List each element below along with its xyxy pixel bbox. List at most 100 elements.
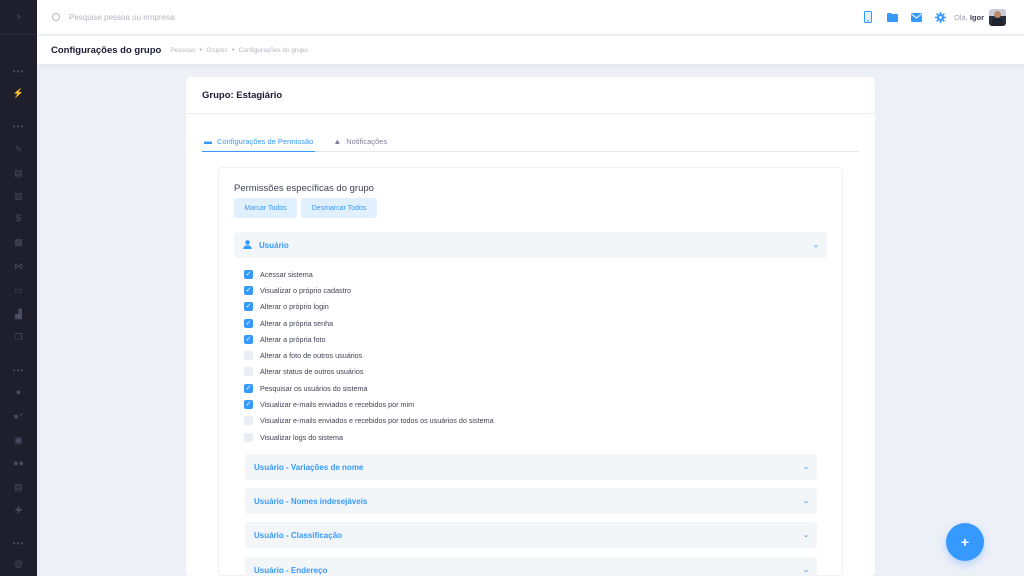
permission-label: Acessar sistema — [260, 269, 313, 279]
phone-icon[interactable] — [863, 11, 874, 23]
permission-item: ✓ Pesquisar os usuários do sistema — [244, 380, 804, 396]
checkbox-checked[interactable]: ✓ — [244, 318, 253, 328]
checkbox-checked[interactable]: ✓ — [244, 302, 253, 312]
permission-label: Visualizar e-mails enviados e recebidos … — [260, 400, 415, 410]
breadcrumb-separator: ● — [231, 47, 235, 53]
breadcrumb: Pessoas ● Grupos ● Configurações do grup… — [170, 47, 308, 54]
lightning-icon[interactable]: ⚡ — [0, 87, 37, 99]
search-icon — [52, 13, 60, 21]
chevron-down-icon: ⌄ — [801, 532, 811, 539]
card-title: Grupo: Estagiário — [186, 77, 875, 114]
accordion-label: Usuário - Classificação — [254, 530, 343, 540]
add-button[interactable]: + — [946, 523, 984, 561]
checkbox-checked[interactable]: ✓ — [244, 285, 253, 295]
checkbox-checked[interactable]: ✓ — [244, 400, 253, 410]
chevron-down-icon: ⌄ — [801, 498, 811, 505]
search-bar — [52, 12, 850, 22]
gift-icon[interactable]: ✚ — [0, 504, 37, 516]
checkbox-unchecked[interactable] — [244, 367, 253, 377]
tabs: ▬ Configurações de Permissão ▲ Notificaç… — [202, 131, 859, 152]
file-icon[interactable]: ▥ — [0, 190, 37, 202]
copy-icon[interactable]: ❐ — [0, 331, 37, 343]
accordion-label: Usuário - Variações de nome — [254, 462, 364, 472]
menu-toggle-icon[interactable]: › — [0, 0, 37, 35]
permission-label: Alterar a foto de outros usuários — [260, 351, 363, 361]
sliders-icon: ▬ — [204, 136, 212, 146]
document-icon[interactable]: ▤ — [0, 167, 37, 179]
checkbox-checked[interactable]: ✓ — [244, 334, 253, 344]
permission-item: ✓ Alterar a própria senha — [244, 315, 804, 331]
user-greeting: Olá, Igor — [954, 13, 984, 22]
dollar-icon[interactable]: $ — [0, 212, 37, 224]
calendar-icon[interactable]: ▦ — [0, 236, 37, 248]
folder-icon[interactable]: ▭ — [0, 284, 37, 296]
accordion-usuario-header[interactable]: Usuário ⌄ — [234, 232, 827, 258]
checkbox-unchecked[interactable] — [244, 416, 253, 426]
permission-item: ✓ Alterar o próprio login — [244, 299, 804, 315]
permission-item: Alterar status de outros usuários — [244, 364, 804, 380]
breadcrumb-item-pessoas[interactable]: Pessoas — [170, 47, 195, 54]
permission-label: Alterar status de outros usuários — [260, 367, 364, 377]
greeting-text: Olá, — [953, 12, 968, 22]
group-settings-card: Grupo: Estagiário ▬ Configurações de Per… — [186, 77, 875, 576]
permission-label: Visualizar e-mails enviados e recebidos … — [260, 416, 494, 426]
briefcase-icon[interactable]: ▣ — [0, 434, 37, 446]
permission-item: ✓ Visualizar o próprio cadastro — [244, 282, 804, 298]
chevron-down-icon: ⌄ — [801, 567, 811, 574]
search-input[interactable] — [69, 12, 319, 22]
breadcrumb-item-current[interactable]: Configurações do grupo — [239, 47, 308, 54]
checkbox-checked[interactable]: ✓ — [244, 269, 253, 279]
user-icon[interactable]: ● — [0, 386, 37, 398]
sidebar: › ••• ⚡ ••• ✎ ▤ ▥ $ ▦ ⋈ ▭ ▟ ❐ ••• ● ●⁺ ▣… — [0, 0, 37, 576]
user-plus-icon[interactable]: ●⁺ — [0, 410, 37, 422]
breadcrumb-item-grupos[interactable]: Grupos — [206, 47, 227, 54]
tab-permission-settings[interactable]: ▬ Configurações de Permissão — [202, 131, 316, 152]
permission-label: Alterar o próprio login — [260, 302, 329, 312]
permission-item: ✓ Acessar sistema — [244, 266, 804, 282]
permission-label: Visualizar o próprio cadastro — [260, 285, 351, 295]
permission-label: Alterar a própria foto — [260, 334, 326, 344]
folder-icon[interactable] — [886, 12, 898, 23]
permission-item: Visualizar e-mails enviados e recebidos … — [244, 413, 804, 429]
section-dots-icon: ••• — [12, 122, 25, 131]
topbar-actions: Olá, Igor — [850, 8, 1006, 26]
accordion-nomes-indesejaveis[interactable]: Usuário - Nomes indesejáveis ⌄ — [245, 488, 817, 514]
accordion-endereco[interactable]: Usuário - Endereço ⌄ — [245, 557, 817, 576]
tab-label: Notificações — [346, 137, 388, 146]
permission-item: ✓ Visualizar e-mails enviados e recebidos… — [244, 396, 804, 412]
permission-label: Alterar a própria senha — [260, 318, 334, 328]
section-dots-icon: ••• — [12, 366, 25, 375]
accordion-classificacao[interactable]: Usuário - Classificação ⌄ — [245, 522, 817, 548]
network-icon[interactable]: ⋈ — [0, 260, 37, 272]
gear-icon[interactable] — [934, 11, 946, 23]
tab-notifications[interactable]: ▲ Notificações — [331, 131, 389, 152]
mark-all-button[interactable]: Marcar Todos — [234, 198, 297, 218]
permissions-panel: Permissões específicas do grupo Marcar T… — [218, 167, 843, 576]
chevron-down-icon: ⌄ — [801, 464, 811, 471]
avatar[interactable] — [989, 8, 1006, 26]
at-icon[interactable]: @ — [0, 558, 37, 570]
users-icon[interactable]: ●● — [0, 457, 37, 469]
permission-label: Visualizar logs do sistema — [260, 432, 343, 442]
unmark-all-button[interactable]: Desmarcar Todos — [301, 198, 377, 218]
accordion-label: Usuário — [259, 240, 289, 250]
section-dots-icon: ••• — [12, 539, 25, 548]
wrench-icon[interactable]: ✎ — [0, 143, 37, 155]
checkbox-checked[interactable]: ✓ — [244, 383, 253, 393]
accordion-variacoes-de-nome[interactable]: Usuário - Variações de nome ⌄ — [245, 454, 817, 480]
permission-item: ✓ Alterar a própria foto — [244, 331, 804, 347]
user-name: Igor — [969, 12, 984, 22]
checkbox-unchecked[interactable] — [244, 432, 253, 442]
accordion-label: Usuário - Endereço — [254, 565, 328, 575]
checkbox-unchecked[interactable] — [244, 351, 253, 361]
list-icon[interactable]: ▤ — [0, 481, 37, 493]
permission-label: Pesquisar os usuários do sistema — [260, 383, 368, 393]
section-dots-icon: ••• — [12, 67, 25, 76]
permission-item: Alterar a foto de outros usuários — [244, 347, 804, 363]
user-icon — [243, 239, 252, 251]
tab-label: Configurações de Permissão — [217, 136, 314, 146]
chevron-down-icon: ⌄ — [811, 242, 821, 249]
mail-icon[interactable] — [910, 12, 922, 23]
chart-icon[interactable]: ▟ — [0, 308, 37, 320]
bell-icon: ▲ — [333, 137, 342, 146]
